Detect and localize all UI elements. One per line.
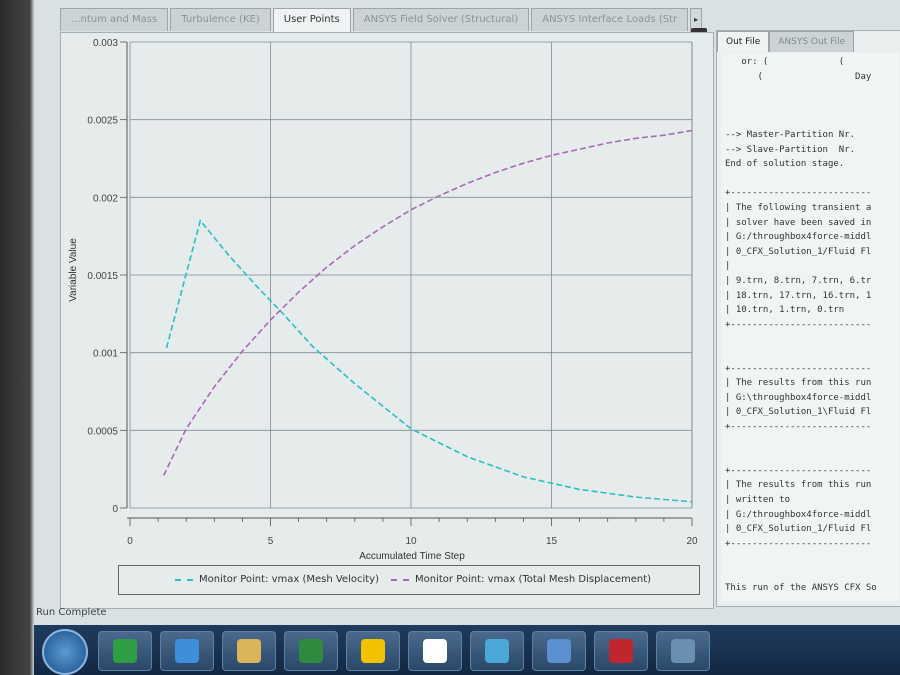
taskbar-button[interactable] xyxy=(346,631,400,671)
out-line: | 0_CFX_Solution_1/Fluid Fl xyxy=(725,524,872,535)
tab-out-file[interactable]: Out File xyxy=(717,31,770,52)
out-line: | G:/throughbox4force-middl xyxy=(725,509,872,520)
internet-explorer-icon xyxy=(175,639,199,663)
plot-panel xyxy=(60,32,714,609)
monitor-tab-bar: ...ntum and Mass Turbulence (KE) User Po… xyxy=(60,8,710,33)
legend-item-total-mesh-displacement: Monitor Point: vmax (Total Mesh Displace… xyxy=(391,574,651,585)
status-text: Run Complete xyxy=(36,607,107,618)
tab-field-solver[interactable]: ANSYS Field Solver (Structural) xyxy=(352,8,530,31)
out-line: | written to xyxy=(725,495,791,505)
browser-icon xyxy=(113,639,137,663)
tab-interface-loads[interactable]: ANSYS Interface Loads (Str xyxy=(531,8,689,31)
out-line: or: ( ( xyxy=(725,57,845,67)
ansys-workbench-icon xyxy=(361,639,385,663)
taskbar-button[interactable] xyxy=(98,631,152,671)
file-explorer-icon xyxy=(237,639,261,663)
out-line: | 0_CFX_Solution_1\Fluid Fl xyxy=(725,407,872,418)
out-line: | 9.trn, 8.trn, 7.trn, 6.tr xyxy=(725,276,872,286)
settings-app-icon xyxy=(671,639,695,663)
out-line: +-------------------------- xyxy=(725,363,872,374)
taskbar-button[interactable] xyxy=(408,631,462,671)
out-line: This run of the ANSYS CFX So xyxy=(725,582,877,593)
taskbar-button[interactable] xyxy=(222,631,276,671)
out-line: | The results from this run xyxy=(725,480,872,491)
out-line: +-------------------------- xyxy=(725,319,872,330)
tab-turbulence[interactable]: Turbulence (KE) xyxy=(170,8,271,31)
out-line: | xyxy=(725,261,731,272)
chart-legend: Monitor Point: vmax (Mesh Velocity) Moni… xyxy=(118,565,700,595)
out-file-text[interactable]: or: ( ( ( Day --> Master-Partition Nr. -->… xyxy=(721,53,899,601)
windows-taskbar xyxy=(34,625,900,675)
ansys-app-icon xyxy=(423,639,447,663)
out-line: | G:\throughbox4force-middl xyxy=(725,392,872,403)
out-line: +-------------------------- xyxy=(725,538,872,549)
network-app-icon xyxy=(485,639,509,663)
excel-icon xyxy=(299,639,323,663)
tab-user-points[interactable]: User Points xyxy=(272,8,351,33)
windows-app-icon xyxy=(547,639,571,663)
out-line: | solver have been saved in xyxy=(725,217,872,228)
taskbar-button[interactable] xyxy=(284,631,338,671)
tab-momentum-mass[interactable]: ...ntum and Mass xyxy=(60,8,169,31)
out-line: | 18.trn, 17.trn, 16.trn, 1 xyxy=(725,290,872,301)
out-file-panel: Out File ANSYS Out File or: ( ( ( Day -->… xyxy=(716,30,900,607)
taskbar-button[interactable] xyxy=(160,631,214,671)
out-line: --> Master-Partition Nr. xyxy=(725,130,856,140)
out-line: +-------------------------- xyxy=(725,188,872,199)
taskbar-button[interactable] xyxy=(532,631,586,671)
out-line: | 10.trn, 1.trn, 0.trn xyxy=(725,305,845,316)
out-line: +-------------------------- xyxy=(725,465,872,476)
tab-ansys-out-file[interactable]: ANSYS Out File xyxy=(769,31,855,52)
legend-item-mesh-velocity: Monitor Point: vmax (Mesh Velocity) xyxy=(175,574,379,585)
legend-label-total-mesh-displacement: Monitor Point: vmax (Total Mesh Displace… xyxy=(415,574,652,585)
out-line: | 0_CFX_Solution_1/Fluid Fl xyxy=(725,246,872,257)
legend-swatch-total-mesh-displacement xyxy=(391,578,409,581)
legend-swatch-mesh-velocity xyxy=(175,578,193,581)
taskbar-button[interactable] xyxy=(594,631,648,671)
out-line: | The results from this run xyxy=(725,378,872,389)
out-line: --> Slave-Partition Nr. xyxy=(725,144,856,155)
out-line: | The following transient a xyxy=(725,203,872,213)
mcafee-icon xyxy=(609,639,633,663)
legend-label-mesh-velocity: Monitor Point: vmax (Mesh Velocity) xyxy=(199,574,379,585)
start-orb-icon[interactable] xyxy=(42,629,88,675)
out-line: End of solution stage. xyxy=(725,159,845,170)
out-line: ( Day xyxy=(725,71,872,82)
out-tab-bar: Out File ANSYS Out File xyxy=(717,31,855,53)
out-line: +-------------------------- xyxy=(725,422,872,432)
taskbar-button[interactable] xyxy=(656,631,710,671)
taskbar-button[interactable] xyxy=(470,631,524,671)
out-line: | G:/throughbox4force-middl xyxy=(725,232,872,243)
